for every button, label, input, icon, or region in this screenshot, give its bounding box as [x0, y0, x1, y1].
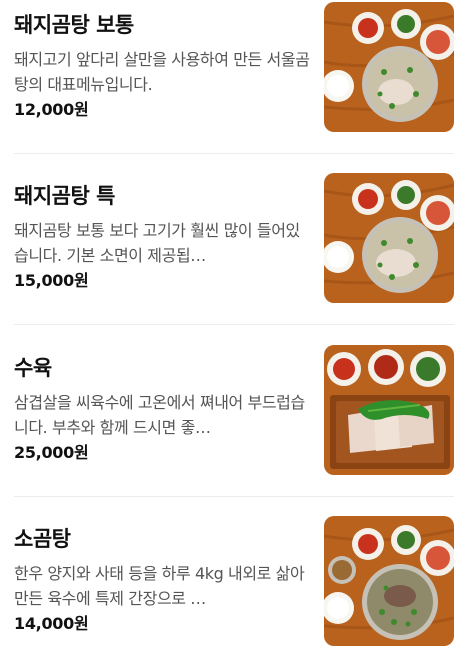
menu-item-text: 돼지곰탕 특 돼지곰탕 보통 보다 고기가 훨씬 많이 들어있습니다. 기본 소…	[14, 173, 310, 292]
menu-item-beef-soup[interactable]: 소곰탕 한우 양지와 사태 등을 하루 4kg 내외로 삶아 만든 육수에 특제…	[14, 516, 454, 651]
menu-item-text: 수육 삼겹살을 씨육수에 고온에서 쪄내어 부드럽습니다. 부추와 함께 드시면…	[14, 345, 310, 464]
menu-item-text: 소곰탕 한우 양지와 사태 등을 하루 4kg 내외로 삶아 만든 육수에 특제…	[14, 516, 310, 635]
menu-item-price: 25,000원	[14, 443, 89, 462]
boiled-pork-photo[interactable]	[324, 345, 454, 475]
menu-list: 돼지곰탕 보통 돼지고기 앞다리 살만을 사용하여 만든 서울곰탕의 대표메뉴입…	[0, 0, 466, 661]
menu-item-name: 돼지곰탕 보통	[14, 13, 134, 37]
divider	[14, 496, 454, 497]
menu-item-pork-soup-regular[interactable]: 돼지곰탕 보통 돼지고기 앞다리 살만을 사용하여 만든 서울곰탕의 대표메뉴입…	[14, 2, 454, 137]
menu-item-name: 돼지곰탕 특	[14, 184, 115, 208]
beef-soup-photo[interactable]	[324, 516, 454, 646]
menu-item-price: 12,000원	[14, 100, 89, 119]
menu-item-description: 한우 양지와 사태 등을 하루 4kg 내외로 삶아 만든 육수에 특제 간장으…	[14, 564, 305, 608]
pork-soup-large-photo[interactable]	[324, 173, 454, 303]
menu-item-pork-soup-large[interactable]: 돼지곰탕 특 돼지곰탕 보통 보다 고기가 훨씬 많이 들어있습니다. 기본 소…	[14, 173, 454, 308]
menu-item-name: 수육	[14, 356, 52, 380]
menu-item-description: 돼지곰탕 보통 보다 고기가 훨씬 많이 들어있습니다. 기본 소면이 제공됩…	[14, 221, 300, 265]
menu-item-text: 돼지곰탕 보통 돼지고기 앞다리 살만을 사용하여 만든 서울곰탕의 대표메뉴입…	[14, 2, 310, 121]
menu-item-price: 15,000원	[14, 271, 89, 290]
pork-soup-photo[interactable]	[324, 2, 454, 132]
menu-item-description: 삼겹살을 씨육수에 고온에서 쪄내어 부드럽습니다. 부추와 함께 드시면 좋…	[14, 393, 305, 437]
menu-item-boiled-pork[interactable]: 수육 삼겹살을 씨육수에 고온에서 쪄내어 부드럽습니다. 부추와 함께 드시면…	[14, 345, 454, 480]
menu-item-price: 14,000원	[14, 614, 89, 633]
menu-item-description: 돼지고기 앞다리 살만을 사용하여 만든 서울곰탕의 대표메뉴입니다.	[14, 50, 310, 94]
divider	[14, 153, 454, 154]
divider	[14, 324, 454, 325]
menu-item-name: 소곰탕	[14, 527, 71, 551]
